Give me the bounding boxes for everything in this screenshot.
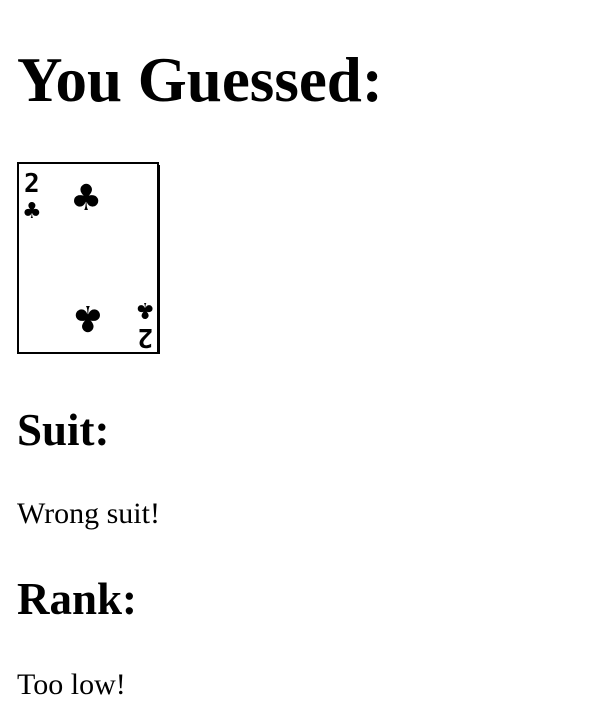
- playing-card-image: 2 ♣ ♣ ♣ 2 ♣: [17, 162, 160, 354]
- card-rank-bottom: 2: [137, 322, 153, 352]
- suit-result-text: Wrong suit!: [17, 497, 160, 530]
- club-icon: ♣: [70, 178, 102, 219]
- rank-result-text: Too low!: [17, 668, 126, 701]
- card-rank-top: 2: [24, 169, 40, 199]
- suit-heading: Suit:: [17, 405, 110, 455]
- club-icon: ♣: [22, 199, 42, 224]
- club-icon: ♣: [135, 297, 155, 322]
- club-icon: ♣: [72, 297, 104, 338]
- page-title: You Guessed:: [17, 45, 383, 115]
- rank-heading: Rank:: [17, 574, 138, 624]
